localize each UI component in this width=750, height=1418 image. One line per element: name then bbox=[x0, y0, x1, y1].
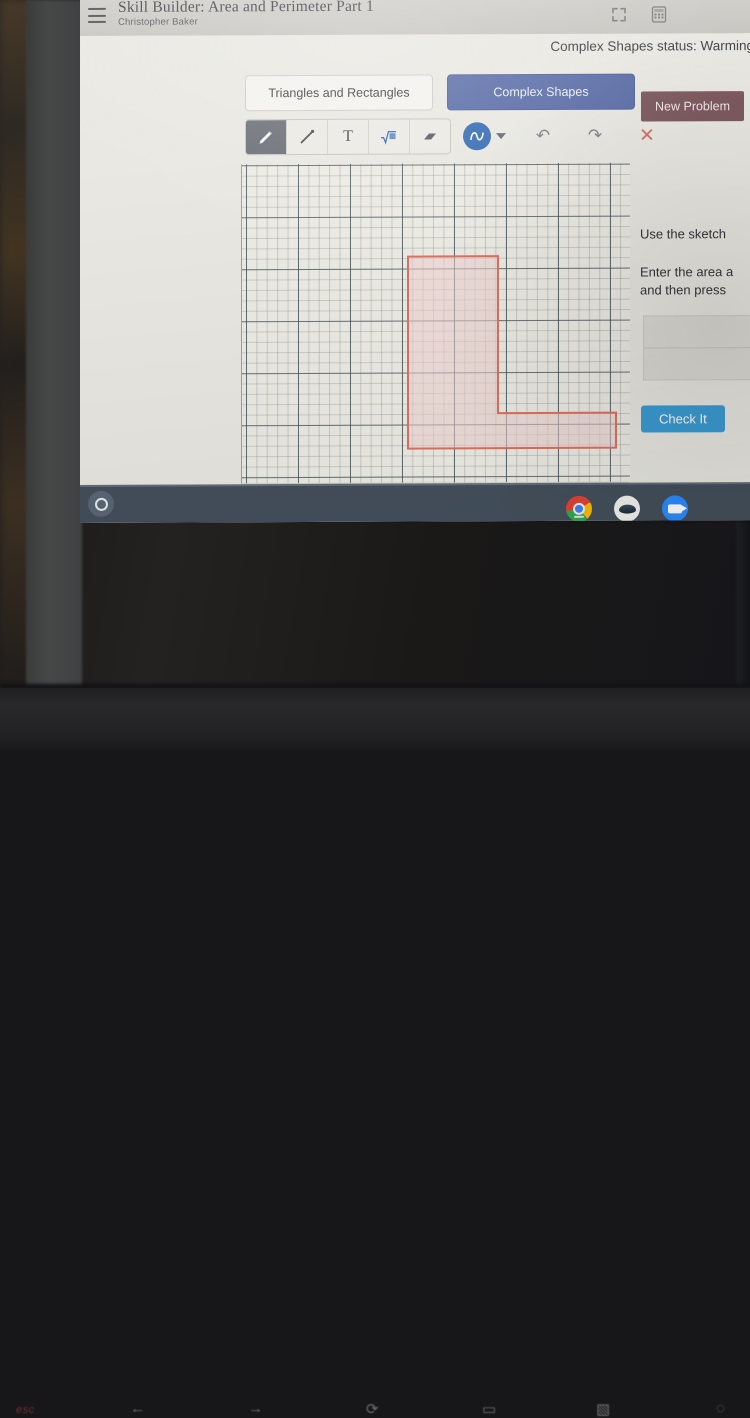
active-app-indicator bbox=[574, 515, 584, 518]
laptop-bezel-left bbox=[26, 0, 82, 700]
keyboard-deck: esc ← → ⟳ ▭ ▧ ◌ bbox=[0, 688, 750, 1418]
instruction-text-a: Enter the area a bbox=[640, 264, 734, 280]
text-tool-icon[interactable]: T bbox=[328, 119, 369, 154]
launcher-button[interactable] bbox=[88, 490, 114, 517]
tab-bar: Triangles and Rectangles Complex Shapes bbox=[245, 73, 635, 112]
redo-button[interactable]: ↷ bbox=[580, 122, 610, 150]
zoom-icon[interactable] bbox=[662, 495, 688, 522]
instruction-line-1: Use the sketch bbox=[640, 226, 726, 242]
chevron-down-icon[interactable] bbox=[496, 133, 506, 140]
tab-complex-shapes[interactable]: Complex Shapes bbox=[447, 73, 635, 111]
brightness-key[interactable]: ◌ bbox=[716, 1400, 725, 1417]
calculator-icon[interactable] bbox=[650, 5, 668, 28]
chromeos-shelf bbox=[80, 482, 750, 523]
area-field-label[interactable]: Are bbox=[644, 348, 750, 380]
undo-button[interactable]: ↶ bbox=[528, 122, 558, 150]
pencil-tool-icon[interactable] bbox=[246, 120, 287, 155]
esc-key[interactable]: esc bbox=[16, 1404, 35, 1416]
back-key[interactable]: ← bbox=[130, 1400, 145, 1417]
drawing-toolbar: T ↶ ↷ ✕ bbox=[245, 117, 662, 156]
tool-group: T bbox=[245, 118, 451, 156]
check-it-button[interactable]: Check It bbox=[641, 405, 725, 433]
clear-button[interactable]: ✕ bbox=[632, 121, 662, 149]
fullscreen-key[interactable]: ▭ bbox=[482, 1400, 496, 1418]
laptop-screen: Skill Builder: Area and Perimeter Part 1… bbox=[80, 0, 750, 524]
user-name: Christopher Baker bbox=[118, 16, 198, 28]
hamburger-menu-icon[interactable] bbox=[88, 7, 106, 23]
sketch-canvas[interactable] bbox=[241, 162, 630, 485]
page-title: Skill Builder: Area and Perimeter Part 1 bbox=[118, 0, 374, 16]
forward-key[interactable]: → bbox=[248, 1400, 263, 1417]
shelf-icon-group bbox=[566, 495, 688, 522]
chrome-icon[interactable] bbox=[566, 495, 592, 522]
eraser-tool-icon[interactable] bbox=[410, 119, 450, 153]
app-icon-white[interactable] bbox=[614, 495, 640, 522]
perimeter-field-label[interactable]: Perime bbox=[644, 315, 750, 349]
curve-shape-button[interactable] bbox=[463, 122, 491, 151]
reload-key[interactable]: ⟳ bbox=[366, 1400, 379, 1418]
overview-key[interactable]: ▧ bbox=[596, 1400, 610, 1418]
answer-fields-group: Perime Are bbox=[643, 314, 750, 381]
tab-triangles-and-rectangles[interactable]: Triangles and Rectangles bbox=[245, 74, 433, 112]
math-expression-tool-icon[interactable] bbox=[369, 119, 410, 154]
instruction-line-2: Enter the area a and then press bbox=[640, 263, 750, 301]
drawn-l-shape[interactable] bbox=[242, 163, 630, 485]
line-tool-icon[interactable] bbox=[287, 119, 328, 155]
fullscreen-expand-icon[interactable] bbox=[610, 6, 628, 29]
instruction-text-b: and then press bbox=[640, 282, 727, 299]
app-header: Skill Builder: Area and Perimeter Part 1… bbox=[80, 0, 750, 37]
status-badge: Complex Shapes status: Warming bbox=[550, 37, 750, 54]
